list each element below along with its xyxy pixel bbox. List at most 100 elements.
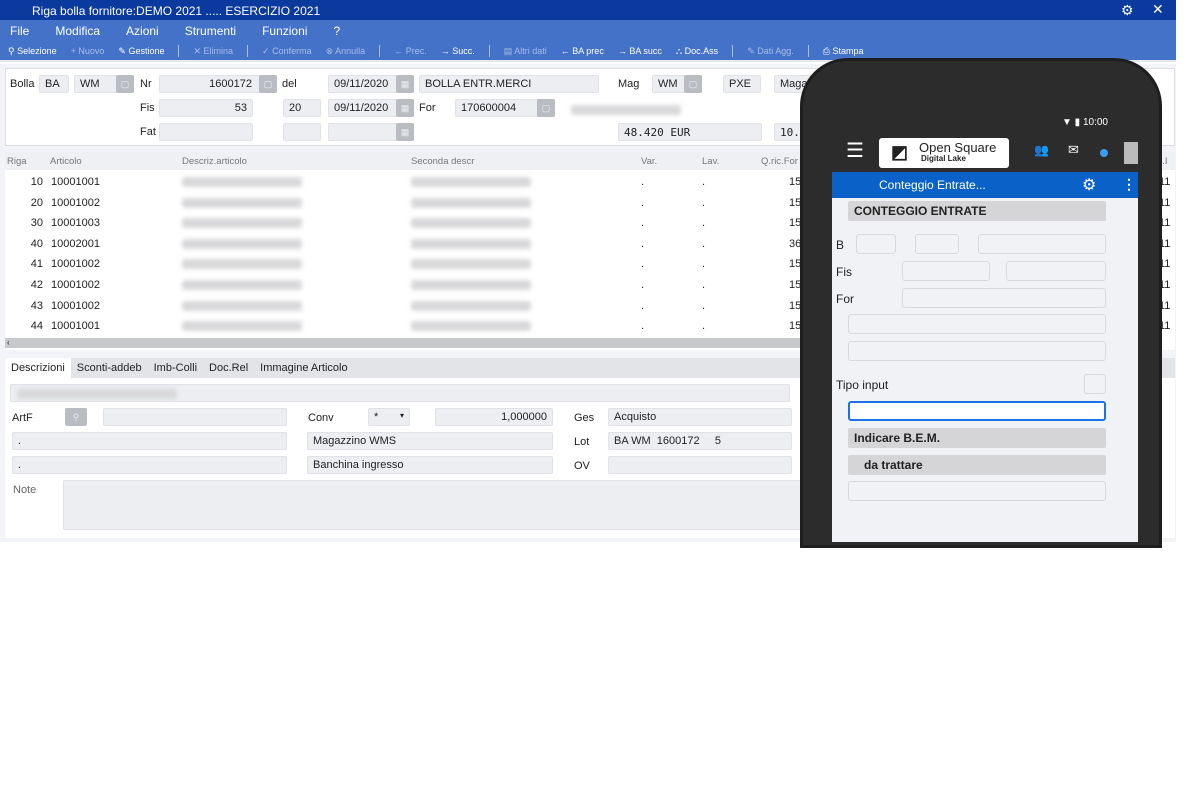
toolbar-button-succ-[interactable]: → Succ. xyxy=(441,46,475,56)
arrow-right-icon: → xyxy=(440,46,453,56)
ov-field[interactable] xyxy=(608,456,792,474)
toolbar-button-selezione[interactable]: ⚲ Selezione xyxy=(8,46,57,57)
avatar[interactable] xyxy=(1124,142,1138,164)
toolbar-button-ba-succ[interactable]: → BA succ xyxy=(618,46,662,56)
for-label: For xyxy=(419,102,436,114)
causale-field[interactable]: BOLLA ENTR.MERCI xyxy=(419,75,599,93)
cell-lav: . xyxy=(702,237,706,250)
toolbar-button-label: Prec. xyxy=(405,46,427,56)
horizontal-scrollbar[interactable]: ‹ xyxy=(5,338,805,348)
factor-field[interactable]: 1,000000 xyxy=(435,408,553,426)
cell-articolo: 10001003 xyxy=(51,217,100,230)
toolbar-button-label: Elimina xyxy=(203,45,234,56)
cell-riga: 44 xyxy=(30,320,43,333)
cell-articolo: 10001002 xyxy=(51,279,100,291)
calendar-icon[interactable]: ▦ xyxy=(396,99,414,117)
calendar-icon[interactable]: ▦ xyxy=(396,123,414,141)
bolla-label: Bolla xyxy=(10,78,35,90)
cell-lav: . xyxy=(702,299,706,312)
fis-field-2[interactable] xyxy=(1006,261,1106,281)
scan-input[interactable] xyxy=(848,401,1106,421)
lookup-icon[interactable]: ▢ xyxy=(537,99,555,117)
toolbar-button-stampa[interactable]: ⎙ Stampa xyxy=(823,46,864,57)
fis-field[interactable]: 53 xyxy=(159,99,253,117)
toolbar-button-doc-ass[interactable]: ⛬ Doc.Ass xyxy=(676,46,718,57)
tab-sconti-addeb[interactable]: Sconti-addeb xyxy=(71,358,148,378)
column-header[interactable]: Seconda descr xyxy=(411,156,474,167)
column-header[interactable]: Riga xyxy=(7,156,27,167)
ges-field[interactable]: Acquisto xyxy=(608,408,792,426)
toolbar-button-prec-[interactable]: ← Prec. xyxy=(394,46,427,56)
menu-item[interactable]: Modifica xyxy=(55,24,100,42)
for-field[interactable] xyxy=(902,288,1106,308)
extra-field-1[interactable]: . xyxy=(12,432,287,450)
toolbar-button-annulla[interactable]: ⊗ Annulla xyxy=(326,46,366,57)
toolbar-separator xyxy=(178,45,180,57)
blurred-description xyxy=(182,321,302,332)
mail-icon[interactable]: ✉ xyxy=(1068,142,1079,158)
fis-field-1[interactable] xyxy=(902,261,990,281)
toolbar-button-label: Altri dati xyxy=(514,45,547,56)
column-header[interactable]: Articolo xyxy=(50,156,82,167)
fat2-field[interactable] xyxy=(283,123,321,141)
hamburger-menu-icon[interactable]: ☰ xyxy=(846,138,864,163)
b-field-3[interactable] xyxy=(978,234,1106,254)
menu-item[interactable]: ? xyxy=(333,24,340,42)
toolbar-button-label: Nuovo xyxy=(78,46,105,56)
toolbar-button-dati-agg-[interactable]: ✎ Dati Agg. xyxy=(747,46,794,57)
column-header[interactable]: Q.ric.For xyxy=(761,156,798,167)
lot-field[interactable]: BA WM 1600172 5 xyxy=(608,432,792,450)
b-field-1[interactable] xyxy=(856,234,896,254)
printer-icon: ⎙ xyxy=(822,45,833,56)
menu-item[interactable]: File xyxy=(10,24,29,42)
column-header[interactable]: Var. xyxy=(641,156,657,167)
lookup-icon[interactable]: ▢ xyxy=(116,75,134,93)
tipo-input-field[interactable] xyxy=(1084,374,1106,394)
blurred-description xyxy=(182,280,302,290)
menu-item[interactable]: Strumenti xyxy=(185,24,236,42)
menu-item[interactable]: Azioni xyxy=(126,24,159,42)
tab-descrizioni[interactable]: Descrizioni xyxy=(5,358,71,378)
b-field-2[interactable] xyxy=(915,234,959,254)
fat-field[interactable] xyxy=(159,123,253,141)
status-dot xyxy=(1100,149,1108,157)
mag2-field[interactable]: PXE xyxy=(723,75,761,93)
more-vertical-icon[interactable]: ⋮ xyxy=(1122,176,1136,193)
bolla-field[interactable]: BA xyxy=(39,75,69,93)
gear-icon[interactable]: ⚙ xyxy=(1082,175,1096,195)
search-icon[interactable]: ⚲ xyxy=(65,408,87,426)
tab-immagine-articolo[interactable]: Immagine Articolo xyxy=(254,358,353,378)
fis2-field[interactable]: 20 xyxy=(283,99,321,117)
magazzino-field[interactable]: Magazzino WMS xyxy=(307,432,553,450)
column-header[interactable]: Lav. xyxy=(702,156,719,167)
note-textarea[interactable] xyxy=(63,480,803,530)
toolbar-button-elimina[interactable]: ✕ Elimina xyxy=(193,46,233,57)
lookup-icon[interactable]: ▢ xyxy=(684,75,702,93)
extra-field-2[interactable]: . xyxy=(12,456,287,474)
toolbar-button-gestione[interactable]: ✎ Gestione xyxy=(118,46,164,57)
lookup-icon[interactable]: ▢ xyxy=(259,75,277,93)
close-icon[interactable]: ✕ xyxy=(1152,1,1164,18)
toolbar-button-conferma[interactable]: ✓ Conferma xyxy=(262,46,312,57)
message-1: Indicare B.E.M. xyxy=(848,428,1106,448)
mag-label: Mag xyxy=(618,78,640,90)
toolbar-button-ba-prec[interactable]: ← BA prec xyxy=(561,46,604,56)
calendar-icon[interactable]: ▦ xyxy=(396,75,414,93)
cell-lav: . xyxy=(702,258,706,271)
toolbar-button-nuovo[interactable]: + Nuovo xyxy=(71,46,105,56)
banchina-field[interactable]: Banchina ingresso xyxy=(307,456,553,474)
tab-doc-rel[interactable]: Doc.Rel xyxy=(203,358,254,378)
conv-select[interactable]: * ▾ xyxy=(368,408,410,426)
users-icon[interactable]: 👥 xyxy=(1034,143,1049,157)
toolbar-button-label: Succ. xyxy=(452,46,475,56)
blurred-description xyxy=(411,321,531,332)
toolbar-button-label: Selezione xyxy=(17,45,57,56)
artf-field[interactable] xyxy=(103,408,287,426)
cell-riga: 40 xyxy=(30,237,43,250)
fat-label: Fat xyxy=(140,126,156,138)
column-header[interactable]: Descriz.articolo xyxy=(182,156,247,167)
gear-icon[interactable]: ⚙ xyxy=(1121,2,1134,19)
menu-item[interactable]: Funzioni xyxy=(262,24,307,42)
toolbar-button-altri-dati[interactable]: ▤ Altri dati xyxy=(504,46,547,57)
tab-imb-colli[interactable]: Imb-Colli xyxy=(148,358,203,378)
